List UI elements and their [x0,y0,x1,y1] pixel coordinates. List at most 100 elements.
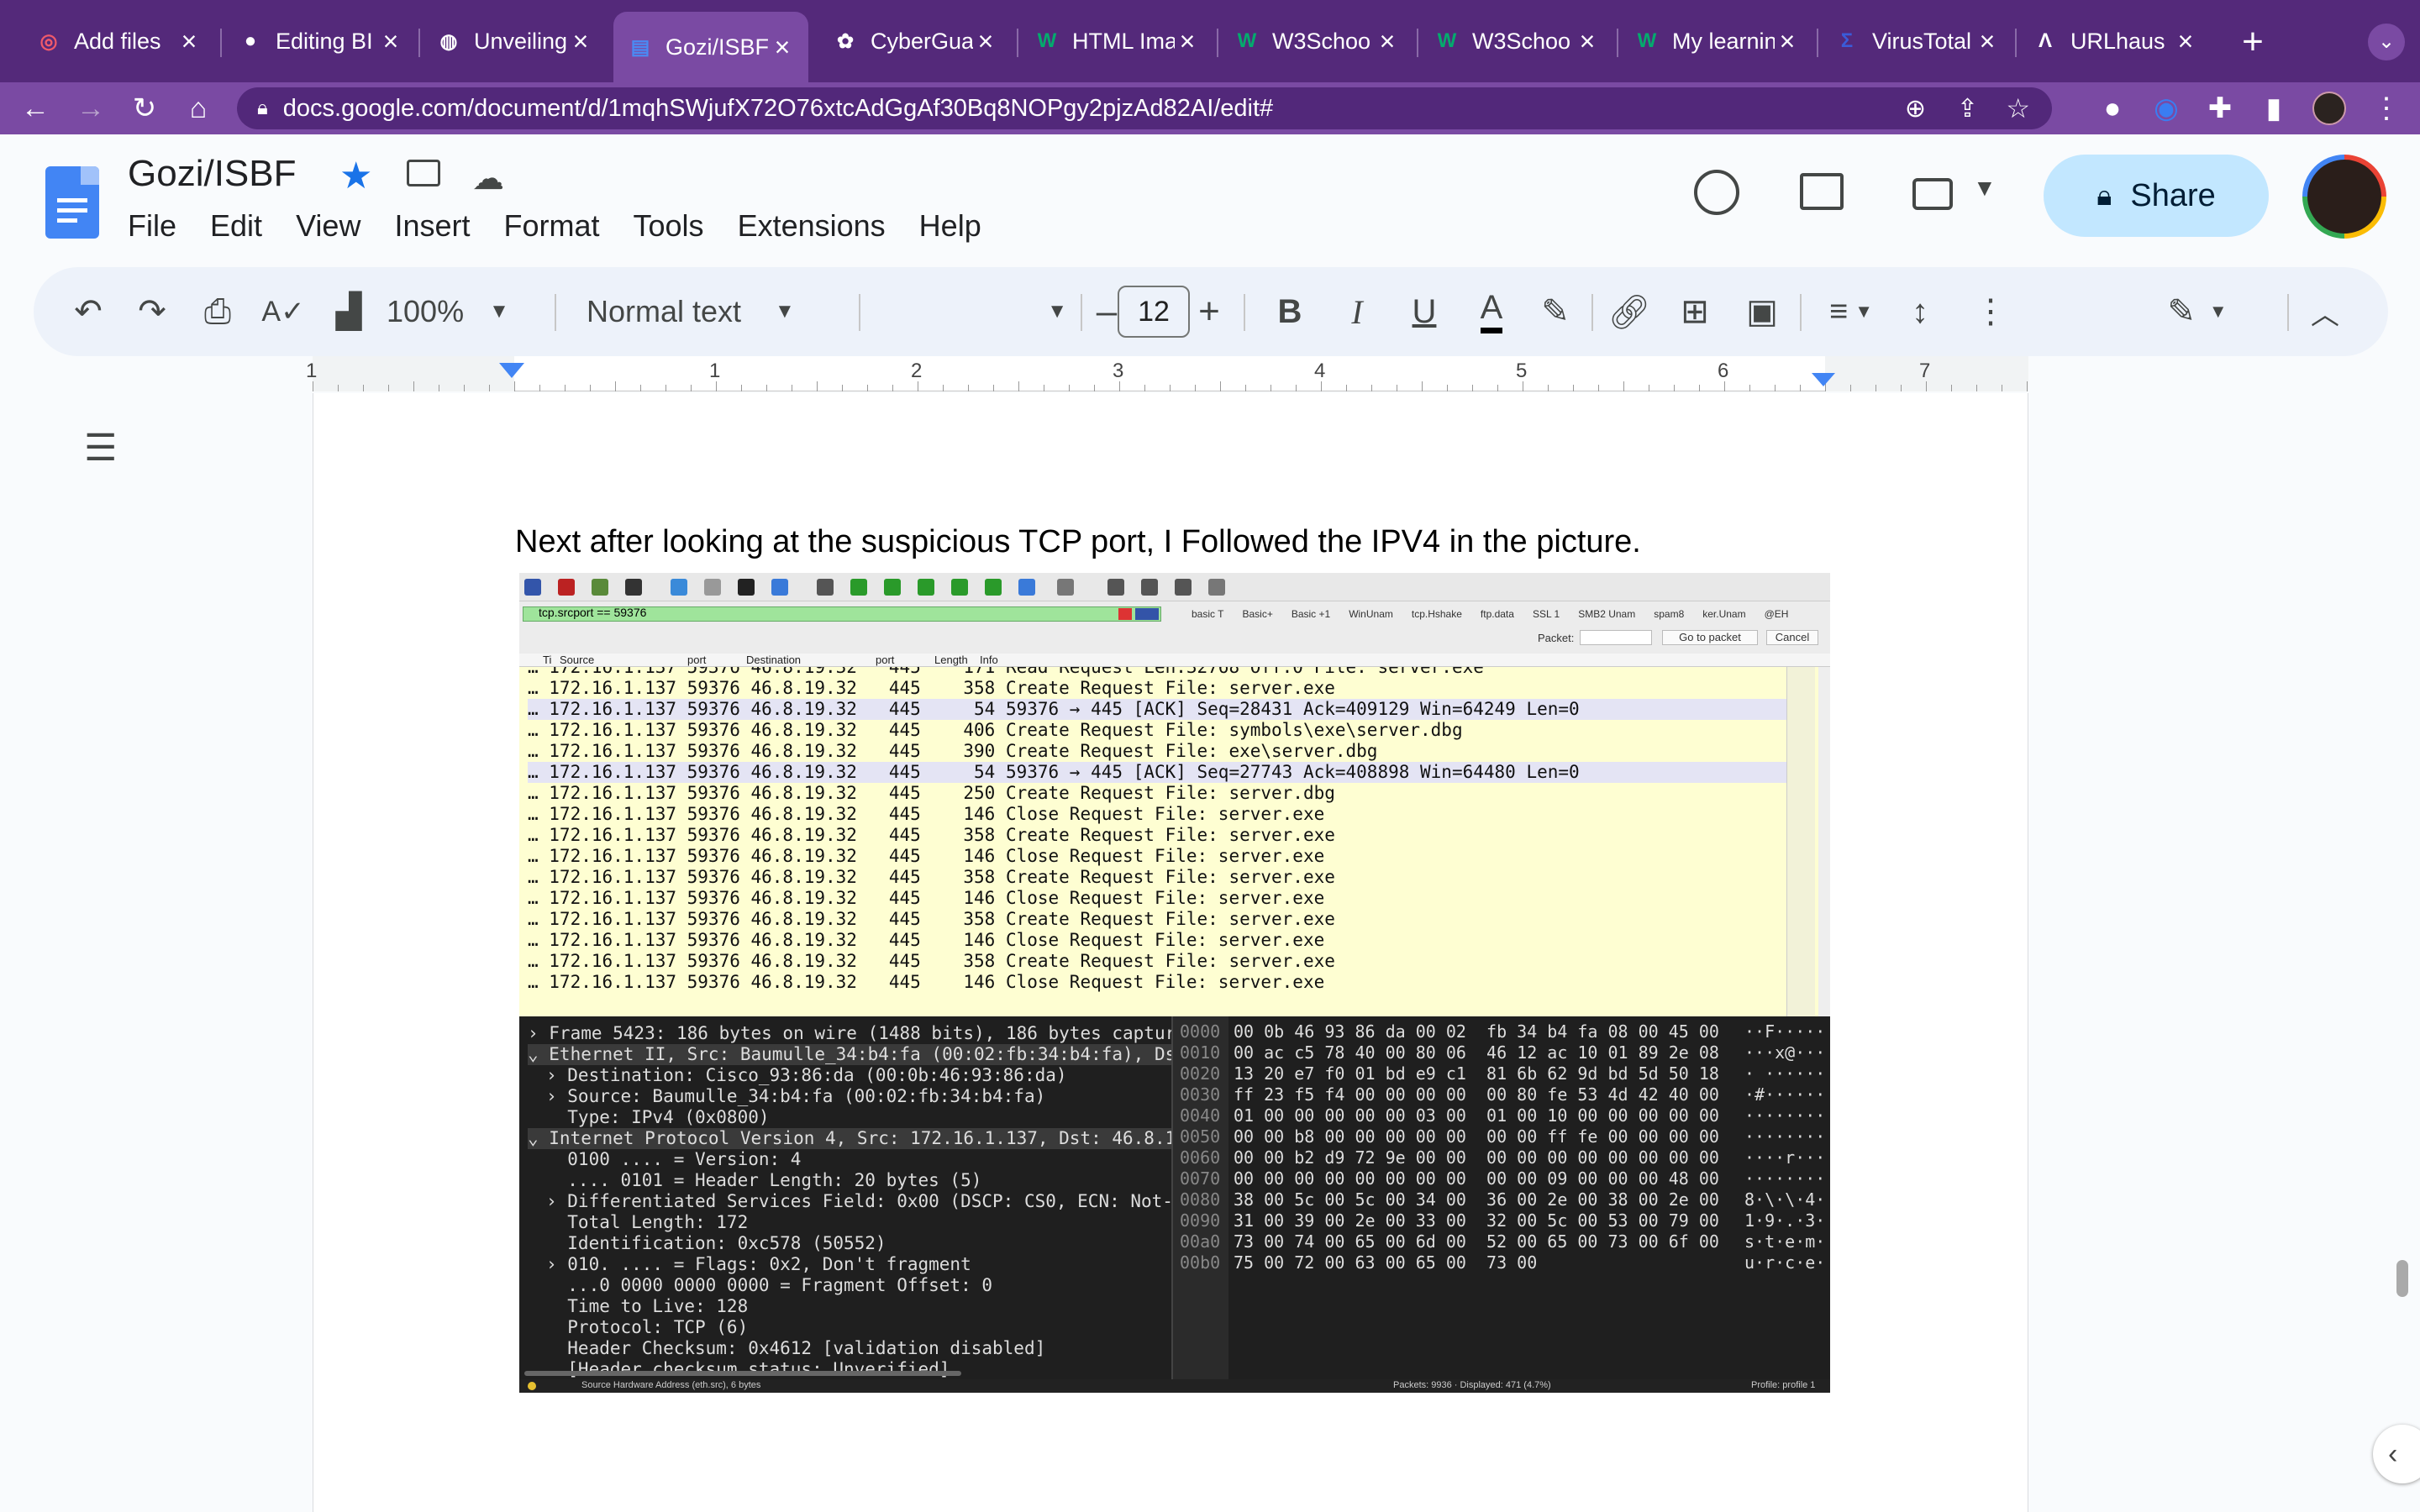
bold-button[interactable]: B [1267,267,1313,356]
new-tab-button[interactable]: + [2232,18,2274,66]
ws-toolbar-icon[interactable] [817,579,834,596]
underline-button[interactable]: U [1402,267,1447,356]
cloud-status-icon[interactable]: ☁ [472,160,504,197]
detail-row[interactable]: ⌄ Internet Protocol Version 4, Src: 172.… [528,1128,1171,1149]
side-panel-icon[interactable]: ▮ [2252,82,2296,134]
close-tab-icon[interactable]: × [973,26,998,57]
detail-row[interactable]: Total Length: 172 [546,1212,1171,1233]
ws-toolbar-icon[interactable] [1141,579,1158,596]
packet-row[interactable]: … 172.16.1.137 59376 46.8.19.32 445 146 … [528,888,1792,909]
detail-row[interactable]: .... 0101 = Header Length: 20 bytes (5) [546,1170,1171,1191]
hex-bytes[interactable]: 00 00 b2 d9 72 9e 00 00 00 00 00 00 00 0… [1234,1147,1719,1168]
docs-logo-icon[interactable] [45,166,99,239]
ws-toolbar-icon[interactable] [738,579,755,596]
detail-row[interactable]: Identification: 0xc578 (50552) [546,1233,1171,1254]
account-avatar[interactable] [2302,155,2386,239]
home-icon[interactable]: ⌂ [176,82,220,134]
hex-ascii[interactable]: ········ [1744,1105,1825,1126]
detail-row[interactable]: › Differentiated Services Field: 0x00 (D… [546,1191,1171,1212]
paint-format-icon[interactable]: ▟ [326,267,371,356]
browser-tab[interactable]: W HTML Ima × [1020,15,1213,67]
hex-bytes[interactable]: 00 ac c5 78 40 00 80 06 46 12 ac 10 01 8… [1234,1042,1719,1063]
ws-toolbar-icon[interactable] [771,579,788,596]
close-tab-icon[interactable]: × [2173,26,2198,57]
outline-icon[interactable]: ☰ [84,428,131,469]
document-paragraph[interactable]: Next after looking at the suspicious TCP… [515,524,1641,560]
star-icon[interactable]: ★ [339,155,372,197]
close-tab-icon[interactable]: × [1175,26,1200,57]
hex-bytes[interactable]: 00 00 b8 00 00 00 00 00 00 00 ff fe 00 0… [1234,1126,1719,1147]
detail-row[interactable]: Time to Live: 128 [546,1296,1171,1317]
close-tab-icon[interactable]: × [770,32,795,63]
share-page-icon[interactable]: ⇪ [1957,94,1978,123]
detail-row[interactable]: ⌄ Ethernet II, Src: Baumulle_34:b4:fa (0… [528,1044,1171,1065]
col-destination[interactable]: Destination [746,654,801,666]
ws-filter-button[interactable]: Basic +1 [1292,606,1330,622]
ws-toolbar-icon[interactable] [985,579,1002,596]
style-select[interactable]: Normal text ▼ [587,267,839,356]
browser-tab[interactable]: W W3Schoo × [1220,15,1413,67]
hex-ascii[interactable]: 8·\·\·4· [1744,1189,1825,1210]
menu-format[interactable]: Format [504,208,600,244]
extension-round-icon[interactable]: ◉ [2144,82,2188,134]
left-indent-marker-icon[interactable] [499,363,524,378]
ws-toolbar-icon[interactable] [1107,579,1124,596]
browser-tab[interactable]: ✿ CyberGua × [818,15,1012,67]
browser-tab[interactable]: ● Editing BI × [224,15,417,67]
detail-row[interactable]: › 010. .... = Flags: 0x2, Don't fragment [546,1254,1171,1275]
cookie-extension-icon[interactable]: ● [2091,82,2134,134]
editing-mode-icon[interactable]: ✎ ▼ [2151,267,2244,356]
col-sport[interactable]: port [687,654,706,666]
ws-filter-bar[interactable]: tcp.srcport == 59376 [523,606,1161,622]
packet-row[interactable]: … 172.16.1.137 59376 46.8.19.32 445 390 … [528,741,1792,762]
more-options-icon[interactable]: ⋮ [1968,267,2013,356]
comments-icon[interactable] [1800,173,1844,210]
packet-row[interactable]: … 172.16.1.137 59376 46.8.19.32 445 146 … [528,846,1792,867]
hide-menus-chevron-icon[interactable]: ︿ [2302,267,2348,356]
detail-row[interactable]: 0100 .... = Version: 4 [546,1149,1171,1170]
hex-ascii[interactable]: ········ [1744,1168,1825,1189]
packet-row[interactable]: … 172.16.1.137 59376 46.8.19.32 445 358 … [528,909,1792,930]
insert-link-icon[interactable]: 🔗︎ [1607,267,1652,356]
detail-row[interactable]: Type: IPv4 (0x0800) [546,1107,1171,1128]
print-icon[interactable]: ⎙ [195,267,240,356]
cancel-button[interactable]: Cancel [1766,630,1818,645]
tab-search-chevron-icon[interactable]: ⌄ [2368,24,2405,60]
highlight-pen-icon[interactable]: ✎ [1533,267,1578,356]
ws-filter-button[interactable]: tcp.Hshake [1412,606,1462,622]
ws-hscrollbar[interactable] [524,1371,961,1376]
packet-row[interactable]: … 172.16.1.137 59376 46.8.19.32 445 54 5… [528,699,1792,720]
ws-filter-button[interactable]: spam8 [1654,606,1684,622]
ws-toolbar-icon[interactable] [884,579,901,596]
menu-file[interactable]: File [128,208,176,244]
browser-tab[interactable]: ◎ Add files × [22,15,215,67]
document-scrollbar-thumb[interactable] [2396,1260,2408,1297]
ws-scrollbar[interactable] [1818,667,1830,1016]
go-to-packet-button[interactable]: Go to packet [1662,630,1758,645]
meet-dropdown-icon[interactable]: ▼ [1973,175,1996,202]
packet-row[interactable]: … 172.16.1.137 59376 46.8.19.32 445 358 … [528,951,1792,972]
hex-ascii[interactable]: u·r·c·e· [1744,1252,1825,1273]
ws-toolbar-icon[interactable] [918,579,934,596]
font-size-input[interactable]: 12 [1118,286,1190,338]
packet-row[interactable]: … 172.16.1.137 59376 46.8.19.32 445 146 … [528,972,1792,993]
reload-icon[interactable]: ↻ [123,82,166,134]
clear-filter-icon[interactable] [1118,608,1132,620]
detail-row[interactable]: › Destination: Cisco_93:86:da (00:0b:46:… [546,1065,1171,1086]
detail-row[interactable]: Protocol: TCP (6) [546,1317,1171,1338]
document-title[interactable]: Gozi/ISBF [128,153,297,195]
ws-filter-button[interactable]: ker.Unam [1702,606,1745,622]
font-select[interactable]: ▼ [874,267,1067,356]
ws-filter-button[interactable]: Basic+ [1242,606,1272,622]
close-tab-icon[interactable]: × [568,26,593,57]
line-spacing-icon[interactable]: ↕ [1897,267,1943,356]
apply-filter-icon[interactable] [1135,608,1159,620]
ws-toolbar-icon[interactable] [671,579,687,596]
bookmark-star-icon[interactable]: ☆ [2006,92,2030,124]
redo-icon[interactable]: ↷ [129,267,175,356]
ws-toolbar-icon[interactable] [558,579,575,596]
close-tab-icon[interactable]: × [378,26,403,57]
ws-filter-button[interactable]: @EH [1765,606,1789,622]
col-length[interactable]: Length [934,654,968,666]
close-tab-icon[interactable]: × [1575,26,1600,57]
